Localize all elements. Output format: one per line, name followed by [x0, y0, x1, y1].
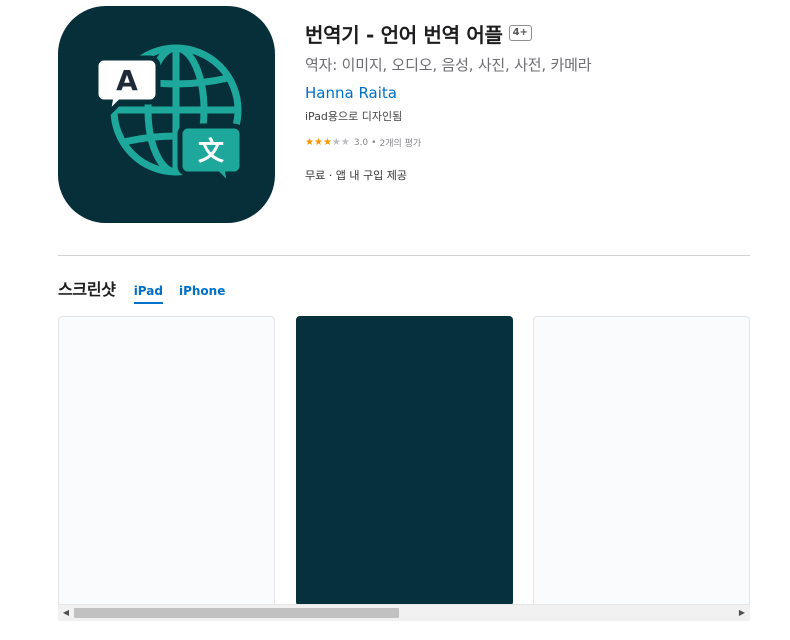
star-empty-icon: ★ [331, 136, 341, 148]
price-label: 무료 · 앱 내 구입 제공 [305, 169, 407, 182]
app-icon: A 文 [58, 6, 275, 223]
rating-count: 2개의 평가 [379, 139, 422, 149]
rating-row: ★★★★★ 3.0 • 2개의 평가 [305, 136, 765, 149]
rating-separator: • [371, 137, 377, 148]
globe-translate-icon: A 文 [93, 44, 245, 194]
designed-for-label: iPad용으로 디자인됨 [305, 110, 403, 123]
age-rating-badge: 4+ [508, 25, 532, 41]
rating-stars: ★★★★★ [305, 136, 350, 148]
scroll-left-arrow-icon[interactable]: ◀ [60, 608, 72, 618]
tab-ipad[interactable]: iPad [133, 284, 163, 304]
icon-letter-a: A [116, 64, 138, 97]
screenshot-2[interactable] [296, 316, 513, 606]
screenshots-header: 스크린샷 iPad iPhone [58, 276, 225, 304]
star-filled-icon: ★ [305, 136, 314, 148]
scroll-right-arrow-icon[interactable]: ▶ [736, 608, 748, 618]
horizontal-scrollbar[interactable]: ◀ ▶ [58, 604, 750, 621]
rating-value: 3.0 [353, 137, 369, 148]
app-subtitle: 역자: 이미지, 오디오, 음성, 사진, 사전, 카메라 [305, 56, 592, 74]
title-row: 번역기 - 언어 번역 어플 4+ [305, 18, 765, 48]
tab-iphone[interactable]: iPhone [179, 284, 225, 302]
section-divider [58, 255, 750, 256]
screenshot-3[interactable] [533, 316, 750, 606]
star-filled-icon: ★ [313, 136, 323, 148]
developer-link[interactable]: Hanna Raita [305, 84, 765, 102]
screenshot-1[interactable] [58, 316, 275, 606]
scrollbar-thumb[interactable] [74, 608, 399, 618]
app-header: 번역기 - 언어 번역 어플 4+ 역자: 이미지, 오디오, 음성, 사진, … [305, 18, 765, 183]
screenshots-title: 스크린샷 [58, 280, 116, 299]
star-empty-icon: ★ [340, 136, 350, 148]
app-title: 번역기 - 언어 번역 어플 [305, 22, 503, 47]
star-filled-icon: ★ [322, 136, 332, 148]
icon-glyph-wen: 文 [198, 136, 225, 167]
